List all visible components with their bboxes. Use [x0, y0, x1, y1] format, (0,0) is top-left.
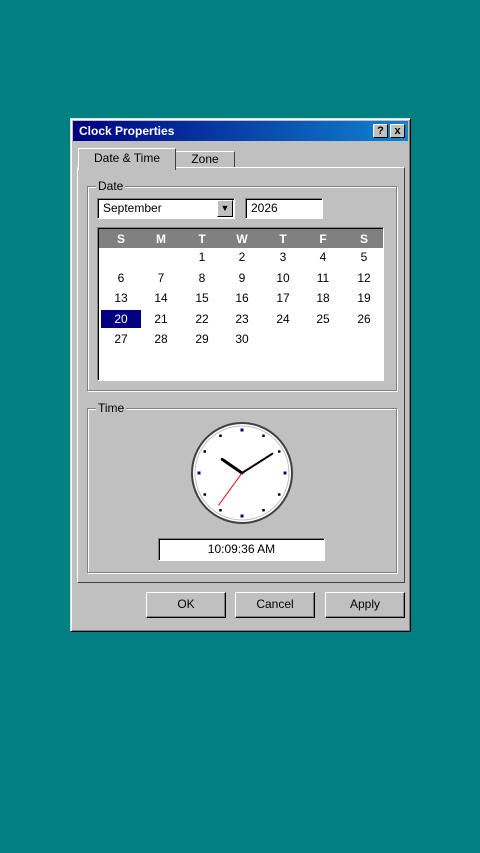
calendar-day-selected[interactable]: 20	[101, 309, 141, 328]
calendar-day[interactable]: 9	[222, 269, 262, 287]
hour-mark	[197, 471, 201, 475]
apply-button[interactable]: Apply	[325, 592, 405, 618]
calendar-day[interactable]: 19	[344, 289, 384, 307]
analog-clock	[191, 422, 293, 524]
calendar-day[interactable]: 23	[222, 310, 262, 328]
calendar-day[interactable]: 22	[182, 310, 222, 328]
hour-mark	[240, 428, 244, 432]
month-dropdown[interactable]: September ▼	[97, 198, 235, 219]
weekday-header: F	[319, 232, 327, 246]
calendar-day[interactable]: 25	[303, 310, 343, 328]
calendar-day[interactable]: 11	[303, 269, 343, 287]
title-bar[interactable]: Clock Properties ? x	[73, 121, 408, 141]
calendar-weekday-header: SMTWTFS	[99, 229, 383, 248]
window-title: Clock Properties	[79, 124, 175, 138]
ok-button[interactable]: OK	[146, 592, 226, 618]
hour-mark	[283, 471, 287, 475]
tab-zone[interactable]: Zone	[175, 151, 235, 167]
weekday-header: T	[279, 232, 287, 246]
hour-mark	[203, 493, 207, 496]
cancel-button[interactable]: Cancel	[235, 592, 315, 618]
help-button[interactable]: ?	[373, 124, 388, 138]
time-group-label: Time	[96, 401, 127, 415]
calendar-day[interactable]: 10	[263, 269, 303, 287]
hour-mark	[219, 508, 222, 512]
calendar-day[interactable]: 14	[141, 289, 181, 307]
chevron-down-icon[interactable]: ▼	[217, 200, 233, 217]
calendar-day[interactable]: 3	[263, 248, 303, 266]
date-group-label: Date	[96, 179, 126, 193]
calendar-day[interactable]: 5	[344, 248, 384, 266]
time-input[interactable]: 10:09:36 AM	[158, 538, 325, 561]
calendar-day[interactable]: 17	[263, 289, 303, 307]
year-input[interactable]: 2026	[245, 198, 323, 219]
calendar-day[interactable]: 6	[101, 269, 141, 287]
year-value: 2026	[251, 201, 278, 215]
calendar-day[interactable]: 16	[222, 289, 262, 307]
calendar-day[interactable]: 12	[344, 269, 384, 287]
hour-mark	[277, 450, 281, 453]
date-group: Date September ▼ 2026 SMTWTFS 1234567891…	[87, 179, 397, 391]
calendar-day[interactable]: 24	[263, 310, 303, 328]
calendar-day[interactable]: 1	[182, 248, 222, 266]
calendar-day[interactable]: 28	[141, 330, 181, 348]
hour-mark	[219, 434, 222, 438]
calendar-day[interactable]: 7	[141, 269, 181, 287]
calendar-day[interactable]: 21	[141, 310, 181, 328]
hour-mark	[277, 493, 281, 496]
calendar-day[interactable]: 13	[101, 289, 141, 307]
time-value: 10:09:36 AM	[207, 542, 276, 556]
hour-mark	[262, 508, 265, 512]
clock-properties-window: Clock Properties ? x Date & Time Zone Da…	[70, 118, 411, 632]
hour-mark	[203, 450, 207, 453]
time-group: Time 10:09:36 AM	[87, 401, 397, 573]
calendar-day[interactable]: 27	[101, 330, 141, 348]
tab-date-time[interactable]: Date & Time	[78, 148, 176, 170]
calendar-day[interactable]: 30	[222, 330, 262, 348]
calendar-day[interactable]: 15	[182, 289, 222, 307]
calendar-day[interactable]: 2	[222, 248, 262, 266]
month-value: September	[103, 201, 162, 215]
weekday-header: M	[156, 232, 166, 246]
tab-panel: Date September ▼ 2026 SMTWTFS 1234567891…	[77, 167, 405, 583]
hour-mark	[240, 514, 244, 518]
close-button[interactable]: x	[390, 124, 405, 138]
hour-mark	[262, 434, 265, 438]
calendar-day[interactable]: 4	[303, 248, 343, 266]
weekday-header: T	[198, 232, 206, 246]
calendar-day[interactable]: 18	[303, 289, 343, 307]
calendar-day[interactable]: 26	[344, 310, 384, 328]
weekday-header: W	[236, 232, 248, 246]
calendar-day[interactable]: 8	[182, 269, 222, 287]
weekday-header: S	[359, 232, 368, 246]
calendar-grid: SMTWTFS 1 2 3 4 5 6 7 8 9 10 11 12 13 14 15 16 17 18 19 20 2…	[97, 227, 384, 381]
weekday-header: S	[116, 232, 125, 246]
calendar-day[interactable]: 29	[182, 330, 222, 348]
